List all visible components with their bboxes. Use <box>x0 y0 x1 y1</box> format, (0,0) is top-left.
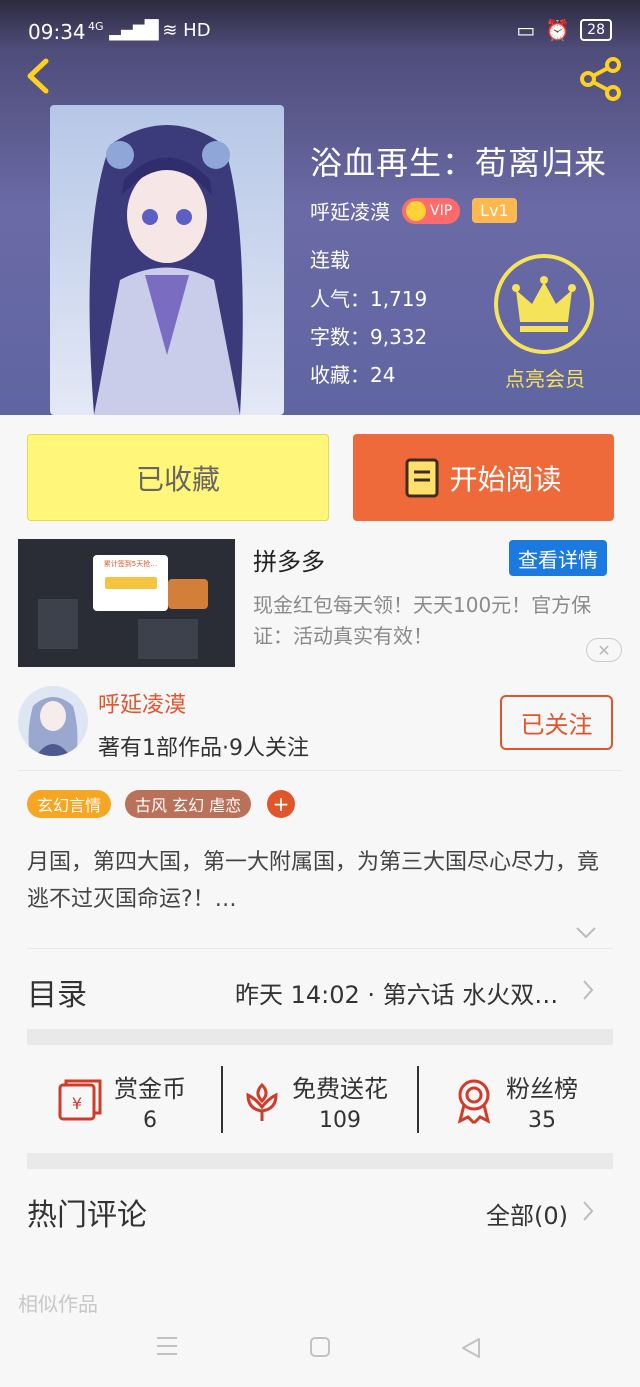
ad-popup-graphic: 累计签到5天抢… <box>93 555 168 611</box>
crown-icon <box>512 276 576 332</box>
ad-title: 拼多多 <box>253 548 325 576</box>
add-tag-button[interactable]: + <box>267 790 295 818</box>
crown-icon <box>406 200 426 221</box>
medal-icon <box>457 1079 491 1125</box>
author-name[interactable]: 呼延凌漠 <box>98 687 186 719</box>
reward-coin-label: 赏金币 <box>114 1075 186 1103</box>
divider <box>18 770 622 771</box>
book-summary[interactable]: 月国，第四大国，第一大附属国，为第三大国尽心尽力，竟逃不过灭国命运?！… <box>27 844 613 918</box>
menu-icon[interactable] <box>155 1335 179 1357</box>
system-nav-bar <box>0 1305 640 1387</box>
divider <box>221 1066 223 1133</box>
ad-banner-text: 累计签到5天抢… <box>103 560 158 568</box>
hot-comments-label: 热门评论 <box>27 1198 147 1233</box>
start-reading-button[interactable]: 开始阅读 <box>353 434 614 521</box>
battery-icon: 28 <box>580 19 612 41</box>
section-band <box>27 1029 613 1045</box>
back-icon[interactable] <box>20 55 60 97</box>
chevron-right-icon[interactable] <box>581 1199 595 1223</box>
network-label: HD <box>183 20 211 41</box>
send-flower-label: 免费送花 <box>292 1075 388 1103</box>
alarm-icon: ⏰ <box>545 18 571 42</box>
status-time: 09:34 <box>28 20 86 44</box>
book-status: 连载 <box>310 248 350 272</box>
status-bar: 09:34 4G ▂▄▆█ ≋ HD ▭ ⏰ 28 <box>0 0 640 52</box>
signal-icon: 4G ▂▄▆█ ≋ HD <box>88 20 211 41</box>
home-icon[interactable] <box>309 1336 331 1358</box>
author-avatar[interactable] <box>18 686 88 756</box>
divider <box>27 948 613 949</box>
vip-label: VIP <box>430 202 453 219</box>
fan-ranking-button[interactable]: 粉丝榜 35 <box>452 1066 578 1136</box>
toc-latest-chapter[interactable]: 昨天 14:02 · 第六话 水火双… <box>235 975 570 1010</box>
divider <box>417 1066 419 1133</box>
book-author[interactable]: 呼延凌漠 <box>310 196 390 225</box>
book-title: 浴血再生：荀离归来 <box>310 144 608 182</box>
send-flower-button[interactable]: 免费送花 109 <box>242 1066 388 1136</box>
tag-genre[interactable]: 玄幻言情 <box>27 790 112 818</box>
book-favorites: 收藏：24 <box>310 363 396 387</box>
flower-icon <box>246 1082 278 1121</box>
book-icon <box>405 458 439 497</box>
chevron-right-icon[interactable] <box>581 978 595 1002</box>
reward-coin-value: 6 <box>143 1108 157 1133</box>
book-detail-screen: 09:34 4G ▂▄▆█ ≋ HD ▭ ⏰ 28 浴血再生：荀离归来 呼延凌漠… <box>0 0 640 1387</box>
ad-image[interactable]: 累计签到5天抢… <box>18 539 235 667</box>
reward-coin-button[interactable]: ¥ 赏金币 6 <box>56 1066 186 1136</box>
book-author-line: 呼延凌漠 VIP Lv1 <box>310 196 517 225</box>
share-icon[interactable] <box>578 56 624 102</box>
ad-close-icon[interactable]: ✕ <box>586 638 622 662</box>
svg-text:¥: ¥ <box>72 1094 82 1113</box>
network-type: 4G <box>88 20 104 33</box>
status-right: ▭ ⏰ 28 <box>516 18 612 42</box>
book-cover-image[interactable] <box>50 105 284 415</box>
level-badge: Lv1 <box>472 198 517 223</box>
member-crown-button[interactable] <box>494 254 594 354</box>
red-envelope-icon: ¥ <box>58 1079 102 1121</box>
fan-ranking-label: 粉丝榜 <box>506 1075 578 1103</box>
cast-icon: ▭ <box>516 18 536 42</box>
book-header: 09:34 4G ▂▄▆█ ≋ HD ▭ ⏰ 28 浴血再生：荀离归来 呼延凌漠… <box>0 0 640 415</box>
author-meta: 著有1部作品·9人关注 <box>98 736 309 761</box>
tag-keywords[interactable]: 古风 玄幻 虐恋 <box>125 790 252 818</box>
all-comments-link[interactable]: 全部(0) <box>486 1196 568 1231</box>
toc-label[interactable]: 目录 <box>27 970 87 1014</box>
follow-button[interactable]: 已关注 <box>500 695 613 750</box>
book-popularity: 人气：1,719 <box>310 287 428 311</box>
fan-ranking-value: 35 <box>528 1108 556 1133</box>
back-nav-icon[interactable] <box>459 1336 483 1360</box>
ad-detail-button[interactable]: 查看详情 <box>509 540 607 576</box>
send-flower-value: 109 <box>319 1108 361 1133</box>
section-band <box>27 1153 613 1169</box>
vip-badge: VIP <box>402 197 461 224</box>
chevron-down-icon[interactable] <box>574 922 598 942</box>
book-word-count: 字数：9,332 <box>310 325 428 349</box>
start-reading-label: 开始阅读 <box>449 462 562 496</box>
favorited-button[interactable]: 已收藏 <box>27 434 329 521</box>
member-label[interactable]: 点亮会员 <box>490 363 600 392</box>
ad-description: 现金红包每天领！天天100元！官方保证：活动真实有效！ <box>253 593 592 648</box>
